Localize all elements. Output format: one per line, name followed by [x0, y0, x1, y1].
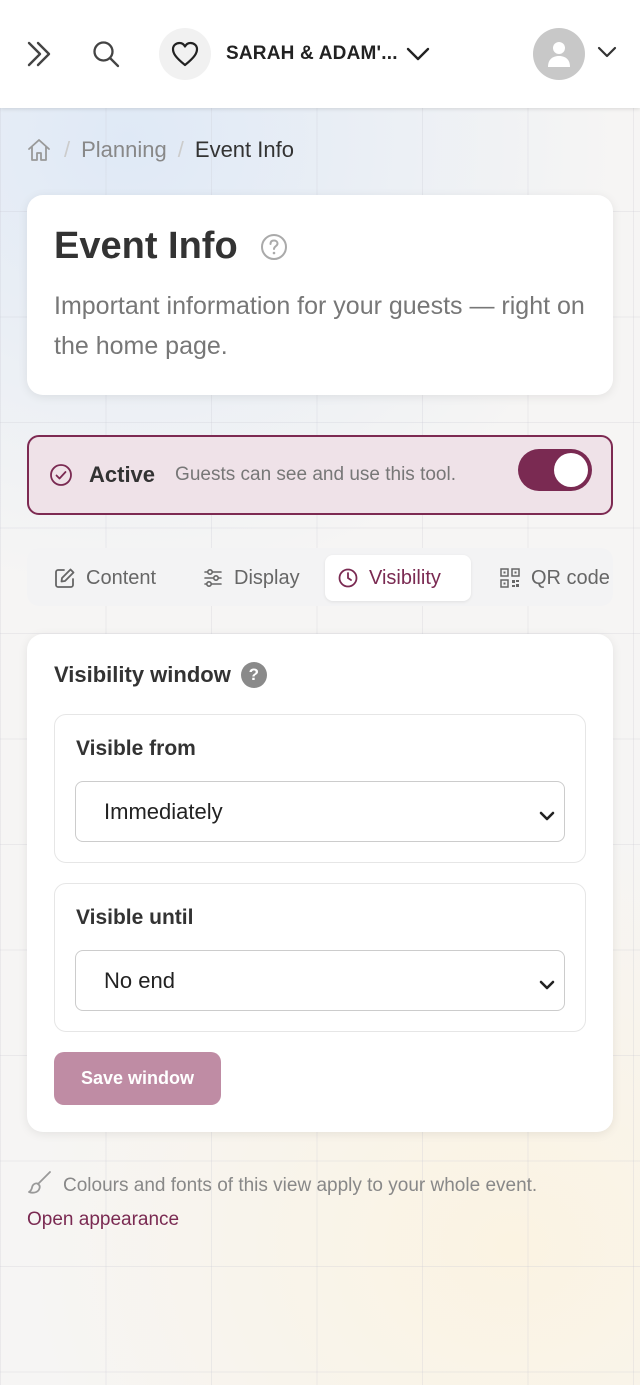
check-circle-icon	[49, 462, 75, 488]
visible-until-field: Visible until No end	[54, 883, 586, 1032]
visible-until-label: Visible until	[76, 906, 194, 929]
user-menu[interactable]	[533, 28, 623, 80]
page-title: Event Info	[54, 225, 238, 267]
event-name: SARAH & ADAM'...	[226, 43, 398, 64]
breadcrumb: / Planning / Event Info	[27, 134, 294, 166]
home-icon[interactable]	[27, 137, 53, 163]
edit-icon	[55, 568, 75, 588]
status-bar: Active Guests can see and use this tool.	[27, 435, 613, 515]
event-switcher[interactable]: SARAH & ADAM'...	[159, 28, 439, 80]
breadcrumb-separator: /	[177, 137, 184, 162]
save-window-button[interactable]: Save window	[54, 1052, 221, 1105]
visible-until-select[interactable]: No end	[75, 950, 565, 1011]
tab-label: Display	[234, 566, 300, 589]
tab-visibility[interactable]: Visibility	[325, 555, 471, 601]
tab-bar: Content Display Visibility QR code	[27, 548, 613, 606]
chevron-down-icon	[538, 804, 556, 830]
chevron-down-icon	[597, 44, 617, 65]
active-toggle[interactable]	[518, 449, 592, 491]
brush-icon	[27, 1170, 53, 1201]
user-icon	[548, 42, 570, 67]
chevron-down-icon	[538, 973, 556, 999]
visible-until-value: No end	[104, 967, 175, 993]
breadcrumb-planning[interactable]: Planning	[81, 137, 167, 163]
appearance-note-text: Colours and fonts of this view apply to …	[63, 1174, 538, 1196]
avatar	[533, 28, 585, 80]
visibility-card: Visibility window ? Visible from Immedia…	[27, 634, 613, 1132]
heart-icon	[159, 28, 211, 80]
breadcrumb-current: Event Info	[194, 137, 294, 162]
page-header-card: Event Info Important information for you…	[27, 195, 613, 395]
open-appearance-link[interactable]: Open appearance	[27, 1209, 617, 1231]
search-icon[interactable]	[86, 34, 126, 74]
visible-from-field: Visible from Immediately	[54, 714, 586, 863]
status-description: Guests can see and use this tool.	[175, 464, 456, 485]
tab-display[interactable]: Display	[190, 555, 312, 601]
tab-qr-code[interactable]: QR code	[487, 555, 613, 601]
tab-label: Visibility	[369, 566, 441, 589]
breadcrumb-separator: /	[64, 137, 71, 162]
sliders-icon	[204, 568, 222, 588]
clock-icon	[338, 568, 358, 588]
tab-label: QR code	[531, 566, 610, 589]
qr-code-icon	[500, 568, 520, 588]
double-chevron-right-icon[interactable]	[20, 34, 60, 74]
visibility-title: Visibility window	[54, 662, 231, 687]
page-subtitle: Important information for your guests — …	[54, 292, 585, 360]
toggle-knob	[554, 453, 588, 487]
status-label: Active	[89, 462, 156, 487]
help-icon[interactable]: ?	[240, 662, 267, 688]
visible-from-label: Visible from	[76, 737, 196, 760]
tab-content[interactable]: Content	[42, 555, 168, 601]
appearance-note: Colours and fonts of this view apply to …	[27, 1170, 617, 1231]
visible-from-value: Immediately	[104, 798, 223, 824]
help-icon[interactable]	[260, 233, 288, 261]
tab-label: Content	[86, 566, 157, 589]
chevron-down-icon	[405, 42, 431, 71]
visible-from-select[interactable]: Immediately	[75, 781, 565, 842]
top-bar: SARAH & ADAM'...	[0, 0, 640, 108]
